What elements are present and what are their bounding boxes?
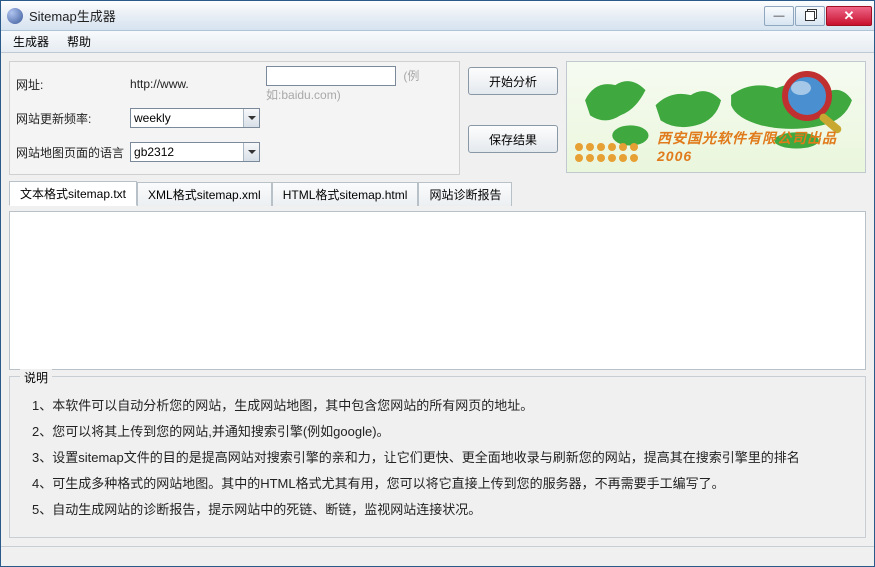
description-group: 说明 1、本软件可以自动分析您的网站，生成网站地图，其中包含您网站的所有网页的地…	[9, 376, 866, 538]
minimize-button[interactable]: —	[764, 6, 794, 26]
tab-diag[interactable]: 网站诊断报告	[418, 182, 512, 206]
freq-label: 网站更新频率:	[16, 110, 124, 127]
analyze-button[interactable]: 开始分析	[468, 67, 558, 95]
desc-item: 5、自动生成网站的诊断报告，提示网站中的死链、断链，监视网站连接状况。	[32, 497, 843, 523]
chevron-down-icon	[243, 143, 259, 161]
desc-item: 4、可生成多种格式的网站地图。其中的HTML格式尤其有用，您可以将它直接上传到您…	[32, 471, 843, 497]
url-input-wrap: (例如:baidu.com)	[266, 66, 453, 103]
desc-item: 1、本软件可以自动分析您的网站，生成网站地图，其中包含您网站的所有网页的地址。	[32, 393, 843, 419]
url-prefix: http://www.	[130, 77, 260, 91]
tab-bar: 文本格式sitemap.txt XML格式sitemap.xml HTML格式s…	[9, 181, 866, 205]
menubar: 生成器 帮助	[1, 31, 874, 53]
chevron-down-icon	[243, 109, 259, 127]
banner-text: 西安国光软件有限公司出品 2006	[657, 128, 865, 164]
menu-generator[interactable]: 生成器	[5, 31, 57, 52]
lang-select[interactable]: gb2312	[130, 142, 260, 162]
form-area: 网址: http://www. (例如:baidu.com) 网站更新频率: w…	[9, 61, 460, 175]
restore-button[interactable]	[795, 6, 825, 26]
lang-value: gb2312	[134, 145, 174, 159]
banner-dots	[575, 143, 638, 162]
tab-txt[interactable]: 文本格式sitemap.txt	[9, 181, 137, 206]
content-area: 网址: http://www. (例如:baidu.com) 网站更新频率: w…	[1, 53, 874, 546]
tab-html[interactable]: HTML格式sitemap.html	[272, 182, 419, 206]
desc-item: 2、您可以将其上传到您的网站,并通知搜索引擎(例如google)。	[32, 419, 843, 445]
lang-label: 网站地图页面的语言	[16, 144, 124, 161]
window-title: Sitemap生成器	[29, 6, 764, 25]
output-textarea[interactable]	[9, 211, 866, 370]
button-column: 开始分析 保存结果	[468, 61, 558, 175]
description-legend: 说明	[20, 369, 52, 386]
desc-item: 3、设置sitemap文件的目的是提高网站对搜索引擎的亲和力，让它们更快、更全面…	[32, 445, 843, 471]
save-button[interactable]: 保存结果	[468, 125, 558, 153]
statusbar	[1, 546, 874, 566]
freq-value: weekly	[134, 111, 171, 125]
description-list: 1、本软件可以自动分析您的网站，生成网站地图，其中包含您网站的所有网页的地址。 …	[22, 387, 853, 529]
app-icon	[7, 8, 23, 24]
app-window: Sitemap生成器 — ✕ 生成器 帮助 网址: http://www. (例…	[0, 0, 875, 567]
url-label: 网址:	[16, 76, 124, 93]
titlebar[interactable]: Sitemap生成器 — ✕	[1, 1, 874, 31]
url-input[interactable]	[266, 66, 396, 86]
window-controls: — ✕	[764, 6, 872, 26]
top-panel: 网址: http://www. (例如:baidu.com) 网站更新频率: w…	[9, 61, 866, 175]
freq-select[interactable]: weekly	[130, 108, 260, 128]
banner-image: 西安国光软件有限公司出品 2006	[566, 61, 866, 173]
tab-xml[interactable]: XML格式sitemap.xml	[137, 182, 272, 206]
close-button[interactable]: ✕	[826, 6, 872, 26]
menu-help[interactable]: 帮助	[59, 31, 99, 52]
